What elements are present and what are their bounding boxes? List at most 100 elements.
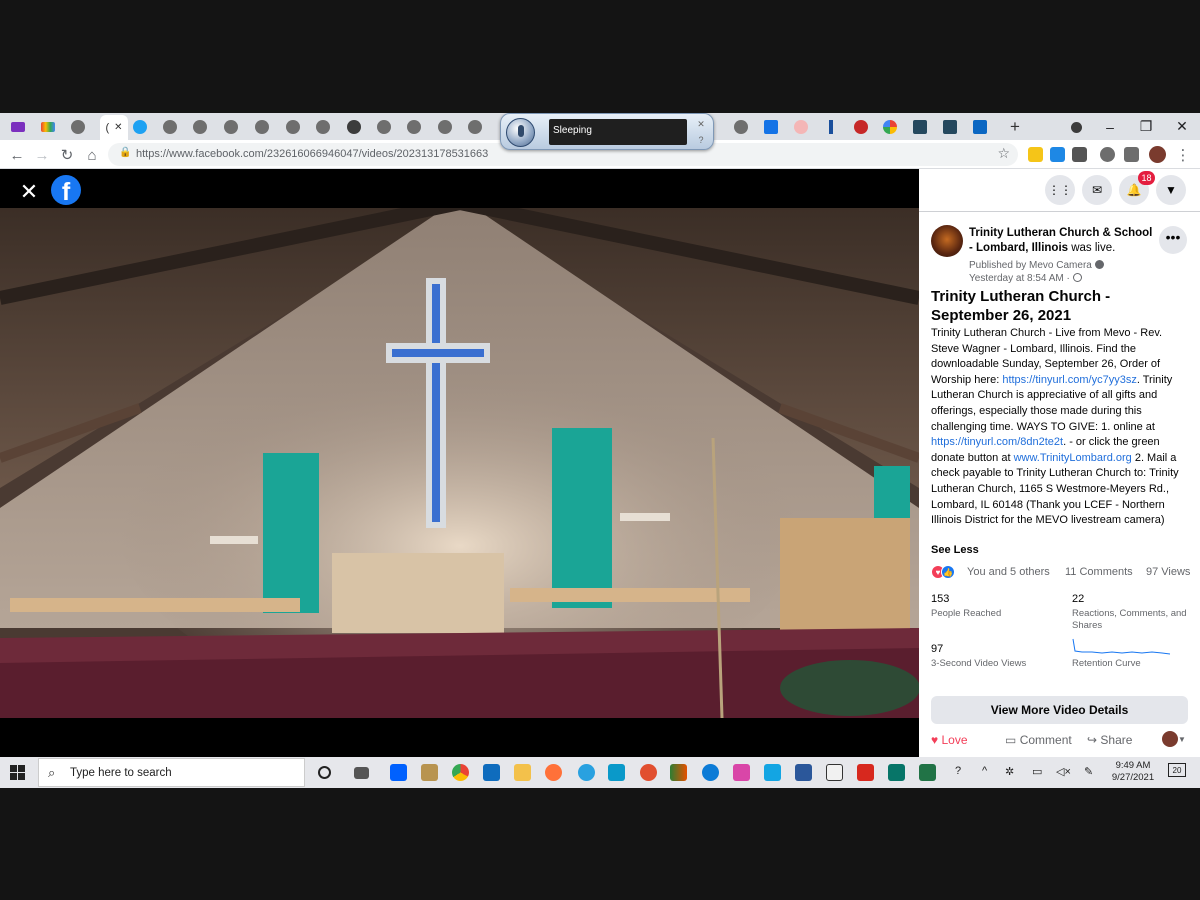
- tab-google[interactable]: [880, 118, 900, 136]
- browser-menu-button[interactable]: ⋮: [1172, 144, 1194, 166]
- reactions-value: 22: [1072, 593, 1085, 605]
- account-menu-button[interactable]: ▼: [1156, 175, 1186, 205]
- pin-icon: [794, 120, 808, 134]
- edge-icon[interactable]: [702, 764, 719, 781]
- dropbox-icon[interactable]: [390, 764, 407, 781]
- tab-generic[interactable]: [313, 118, 333, 136]
- tab-generic[interactable]: [851, 118, 871, 136]
- tab-generic[interactable]: [283, 118, 303, 136]
- tab-generic[interactable]: [731, 118, 751, 136]
- profile-avatar[interactable]: [1149, 146, 1166, 163]
- tab-generic[interactable]: [404, 118, 424, 136]
- tab-search-button[interactable]: [1066, 118, 1086, 136]
- file-explorer-icon[interactable]: [514, 764, 531, 781]
- info-icon[interactable]: [1094, 260, 1104, 269]
- action-center-icon[interactable]: 20: [1168, 763, 1186, 777]
- tab-generic[interactable]: [344, 118, 364, 136]
- see-less-link[interactable]: See Less: [931, 544, 979, 556]
- extension-icon[interactable]: [1028, 147, 1043, 162]
- reload-button[interactable]: ↻: [56, 144, 78, 166]
- word-icon[interactable]: [795, 764, 812, 781]
- facebook-logo-icon[interactable]: f: [51, 175, 81, 205]
- app-icon[interactable]: [670, 764, 687, 781]
- app-icon[interactable]: [608, 764, 625, 781]
- back-button[interactable]: ←: [6, 144, 28, 166]
- close-icon[interactable]: ✕: [695, 118, 707, 130]
- comments-count[interactable]: 11 Comments: [1065, 566, 1133, 578]
- menu-grid-button[interactable]: ⋮⋮: [1045, 175, 1075, 205]
- reaction-profile-selector[interactable]: ▼: [1162, 731, 1186, 747]
- extension-icon[interactable]: [1072, 147, 1087, 162]
- volume-muted-icon[interactable]: ◁×: [1056, 765, 1071, 778]
- reading-list-icon[interactable]: [1124, 147, 1139, 162]
- forward-button[interactable]: →: [31, 144, 53, 166]
- tab-generic[interactable]: [435, 118, 455, 136]
- tab-mail[interactable]: [8, 118, 28, 136]
- post-timestamp: Yesterday at 8:54 AM ·: [969, 273, 1082, 284]
- tab-generic[interactable]: [221, 118, 241, 136]
- tab-generic[interactable]: [160, 118, 180, 136]
- page-avatar[interactable]: [931, 225, 963, 257]
- app-icon[interactable]: [826, 764, 843, 781]
- firefox-icon[interactable]: [545, 764, 562, 781]
- restore-button[interactable]: ❐: [1129, 113, 1163, 140]
- puzzle-icon[interactable]: [1100, 147, 1115, 162]
- app-icon[interactable]: [640, 764, 657, 781]
- publisher-icon[interactable]: [888, 764, 905, 781]
- chevron-up-icon[interactable]: ^: [982, 765, 987, 777]
- windows-start-icon[interactable]: [10, 765, 25, 780]
- tab-generic[interactable]: [190, 118, 210, 136]
- internet-explorer-icon[interactable]: [578, 764, 595, 781]
- tab-generic[interactable]: [68, 118, 88, 136]
- comment-button[interactable]: ▭ Comment: [1005, 733, 1072, 747]
- tab-generic[interactable]: [465, 118, 485, 136]
- tab-adobe[interactable]: [761, 118, 781, 136]
- post-options-button[interactable]: •••: [1159, 226, 1187, 254]
- church-website-link[interactable]: www.TrinityLombard.org: [1014, 452, 1132, 464]
- tab-generic[interactable]: [791, 118, 811, 136]
- love-button[interactable]: ♥ Love: [931, 733, 968, 747]
- tray-app-icon[interactable]: ✲: [1005, 765, 1014, 778]
- tab-close-icon[interactable]: ✕: [114, 122, 122, 133]
- excel-icon[interactable]: [919, 764, 936, 781]
- microphone-icon[interactable]: [506, 118, 535, 147]
- close-window-button[interactable]: ✕: [1165, 113, 1199, 140]
- cortana-icon[interactable]: [318, 766, 331, 779]
- tab-gmail[interactable]: [38, 118, 58, 136]
- tab-generic[interactable]: [374, 118, 394, 136]
- close-icon[interactable]: ✕: [18, 179, 40, 205]
- help-icon[interactable]: ?: [695, 134, 707, 146]
- donate-link[interactable]: https://tinyurl.com/8dn2te2t: [931, 436, 1063, 448]
- app-icon[interactable]: [733, 764, 750, 781]
- page-name-link[interactable]: Trinity Lutheran Church & School - Lomba…: [969, 227, 1152, 254]
- taskbar-search-box[interactable]: ⌕ Type here to search: [38, 758, 305, 787]
- battery-icon[interactable]: ▭: [1032, 765, 1042, 778]
- home-button[interactable]: ⌂: [81, 144, 103, 166]
- chrome-icon[interactable]: [452, 764, 469, 781]
- taskbar-clock[interactable]: 9:49 AM 9/27/2021: [1108, 760, 1158, 784]
- minimize-button[interactable]: –: [1093, 113, 1127, 140]
- tab-facebook-active[interactable]: ( ✕: [100, 115, 128, 140]
- pen-icon[interactable]: ✎: [1084, 765, 1093, 778]
- task-view-icon[interactable]: [354, 767, 369, 779]
- messenger-button[interactable]: ✉: [1082, 175, 1112, 205]
- app-icon[interactable]: [764, 764, 781, 781]
- tab-twitter[interactable]: [130, 118, 150, 136]
- help-icon[interactable]: ?: [955, 765, 961, 777]
- share-button[interactable]: ↪ Share: [1087, 733, 1132, 747]
- new-tab-button[interactable]: +: [1005, 117, 1025, 136]
- tab-cross[interactable]: [821, 118, 841, 136]
- tab-linkedin[interactable]: [970, 118, 990, 136]
- star-icon[interactable]: ☆: [997, 145, 1010, 162]
- extension-icon[interactable]: [1050, 147, 1065, 162]
- app-icon[interactable]: [421, 764, 438, 781]
- tab-generic[interactable]: [252, 118, 272, 136]
- tab-generic[interactable]: [910, 118, 930, 136]
- acrobat-icon[interactable]: [857, 764, 874, 781]
- view-more-video-details-button[interactable]: View More Video Details: [931, 696, 1188, 724]
- outlook-icon[interactable]: [483, 764, 500, 781]
- tab-generic[interactable]: [940, 118, 960, 136]
- reactions-text[interactable]: You and 5 others: [967, 566, 1050, 578]
- video-player[interactable]: [0, 208, 919, 718]
- order-of-worship-link[interactable]: https://tinyurl.com/yc7yy3sz: [1002, 374, 1137, 386]
